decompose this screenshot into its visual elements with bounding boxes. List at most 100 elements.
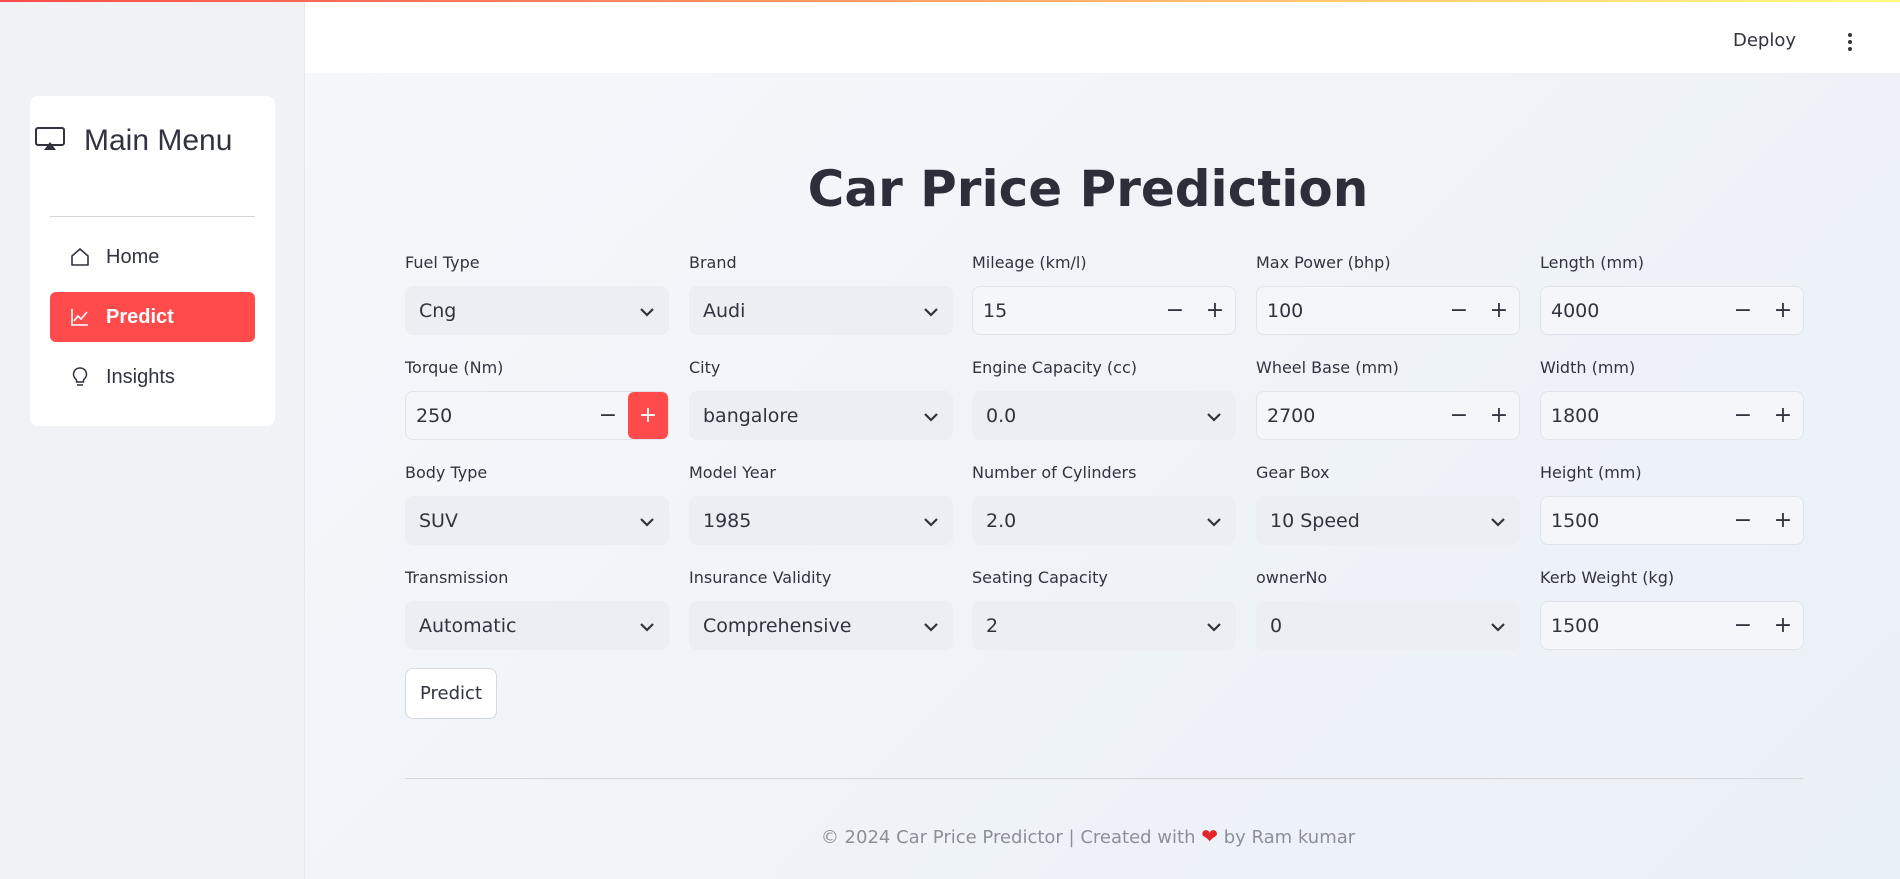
increment-button[interactable]: + [628, 392, 668, 439]
chevron-down-icon [1490, 510, 1506, 532]
field-label: Number of Cylinders [972, 463, 1137, 482]
field-label: Brand [689, 253, 737, 272]
header: Deploy [305, 0, 1900, 73]
torque-field: Torque (Nm) 250 − + [405, 357, 669, 440]
increment-button[interactable]: + [1195, 287, 1235, 334]
transmission-select[interactable]: Automatic [405, 601, 669, 650]
field-label: Kerb Weight (kg) [1540, 568, 1675, 587]
increment-button[interactable]: + [1479, 392, 1519, 439]
body-type-field: Body Type SUV [405, 462, 669, 545]
field-label: Seating Capacity [972, 568, 1108, 587]
fuel-type-select[interactable]: Cng [405, 286, 669, 335]
gear-box-select[interactable]: 10 Speed [1256, 496, 1520, 545]
length-number-input[interactable]: 4000 − + [1540, 286, 1804, 335]
field-label: Transmission [405, 568, 509, 587]
select-value: Comprehensive [703, 614, 852, 637]
footer: © 2024 Car Price Predictor | Created wit… [305, 824, 1871, 848]
insurance-select[interactable]: Comprehensive [689, 601, 953, 650]
brand-select[interactable]: Audi [689, 286, 953, 335]
menu-divider [50, 216, 255, 217]
chevron-down-icon [1206, 615, 1222, 637]
chevron-down-icon [923, 300, 939, 322]
number-value[interactable]: 2700 [1257, 405, 1439, 427]
city-select[interactable]: bangalore [689, 391, 953, 440]
kerb-weight-field: Kerb Weight (kg) 1500 − + [1540, 567, 1804, 650]
decrement-button[interactable]: − [1439, 287, 1479, 334]
mileage-number-input[interactable]: 15 − + [972, 286, 1236, 335]
number-value[interactable]: 250 [406, 405, 588, 427]
decrement-button[interactable]: − [1723, 392, 1763, 439]
gear-box-field: Gear Box 10 Speed [1256, 462, 1520, 545]
increment-button[interactable]: + [1763, 497, 1803, 544]
wheel-base-number-input[interactable]: 2700 − + [1256, 391, 1520, 440]
number-value[interactable]: 100 [1257, 300, 1439, 322]
brand-field: Brand Audi [689, 252, 953, 335]
increment-button[interactable]: + [1763, 287, 1803, 334]
predict-button[interactable]: Predict [405, 668, 497, 719]
body-type-select[interactable]: SUV [405, 496, 669, 545]
increment-button[interactable]: + [1763, 602, 1803, 649]
chevron-down-icon [923, 615, 939, 637]
top-accent-line [0, 0, 1900, 2]
mileage-field: Mileage (km/l) 15 − + [972, 252, 1236, 335]
city-field: City bangalore [689, 357, 953, 440]
cylinders-select[interactable]: 2.0 [972, 496, 1236, 545]
number-value[interactable]: 1500 [1541, 615, 1723, 637]
kerb-weight-number-input[interactable]: 1500 − + [1540, 601, 1804, 650]
engine-capacity-select[interactable]: 0.0 [972, 391, 1236, 440]
chevron-down-icon [1206, 405, 1222, 427]
decrement-button[interactable]: − [1723, 497, 1763, 544]
max-power-number-input[interactable]: 100 − + [1256, 286, 1520, 335]
chevron-down-icon [639, 510, 655, 532]
chevron-down-icon [1490, 615, 1506, 637]
max-power-field: Max Power (bhp) 100 − + [1256, 252, 1520, 335]
number-value[interactable]: 4000 [1541, 300, 1723, 322]
owner-no-select[interactable]: 0 [1256, 601, 1520, 650]
increment-button[interactable]: + [1479, 287, 1519, 334]
height-number-input[interactable]: 1500 − + [1540, 496, 1804, 545]
footer-divider [405, 778, 1803, 779]
number-value[interactable]: 1800 [1541, 405, 1723, 427]
field-label: Insurance Validity [689, 568, 832, 587]
torque-number-input[interactable]: 250 − + [405, 391, 669, 440]
field-label: Engine Capacity (cc) [972, 358, 1138, 377]
menu-title: Main Menu [34, 118, 244, 163]
field-label: Fuel Type [405, 253, 480, 272]
decrement-button[interactable]: − [1723, 287, 1763, 334]
length-field: Length (mm) 4000 − + [1540, 252, 1804, 335]
lightbulb-icon [69, 366, 91, 388]
airplay-icon [34, 120, 66, 150]
seating-field: Seating Capacity 2 [972, 567, 1236, 650]
width-number-input[interactable]: 1800 − + [1540, 391, 1804, 440]
decrement-button[interactable]: − [1723, 602, 1763, 649]
owner-no-field: ownerNo 0 [1256, 567, 1520, 650]
seating-select[interactable]: 2 [972, 601, 1236, 650]
sidebar-item-predict[interactable]: Predict [50, 292, 255, 342]
field-label: Mileage (km/l) [972, 253, 1087, 272]
select-value: Cng [419, 299, 457, 322]
insurance-field: Insurance Validity Comprehensive [689, 567, 953, 650]
footer-text-after: by Ram kumar [1223, 827, 1356, 848]
sidebar-item-insights[interactable]: Insights [50, 352, 255, 402]
select-value: 0 [1270, 614, 1283, 637]
engine-capacity-field: Engine Capacity (cc) 0.0 [972, 357, 1236, 440]
decrement-button[interactable]: − [1155, 287, 1195, 334]
width-field: Width (mm) 1800 − + [1540, 357, 1804, 440]
number-value[interactable]: 15 [973, 300, 1155, 322]
field-label: Length (mm) [1540, 253, 1644, 272]
decrement-button[interactable]: − [588, 392, 628, 439]
field-label: Body Type [405, 463, 488, 482]
select-value: SUV [419, 509, 458, 532]
increment-button[interactable]: + [1763, 392, 1803, 439]
select-value: 0.0 [986, 404, 1017, 427]
deploy-button[interactable]: Deploy [1733, 30, 1796, 51]
sidebar-item-home[interactable]: Home [50, 232, 255, 282]
chevron-down-icon [923, 510, 939, 532]
select-value: Automatic [419, 614, 517, 637]
more-options-icon[interactable] [1840, 30, 1860, 54]
number-value[interactable]: 1500 [1541, 510, 1723, 532]
heart-icon: ❤ [1201, 824, 1218, 848]
model-year-select[interactable]: 1985 [689, 496, 953, 545]
transmission-field: Transmission Automatic [405, 567, 669, 650]
decrement-button[interactable]: − [1439, 392, 1479, 439]
